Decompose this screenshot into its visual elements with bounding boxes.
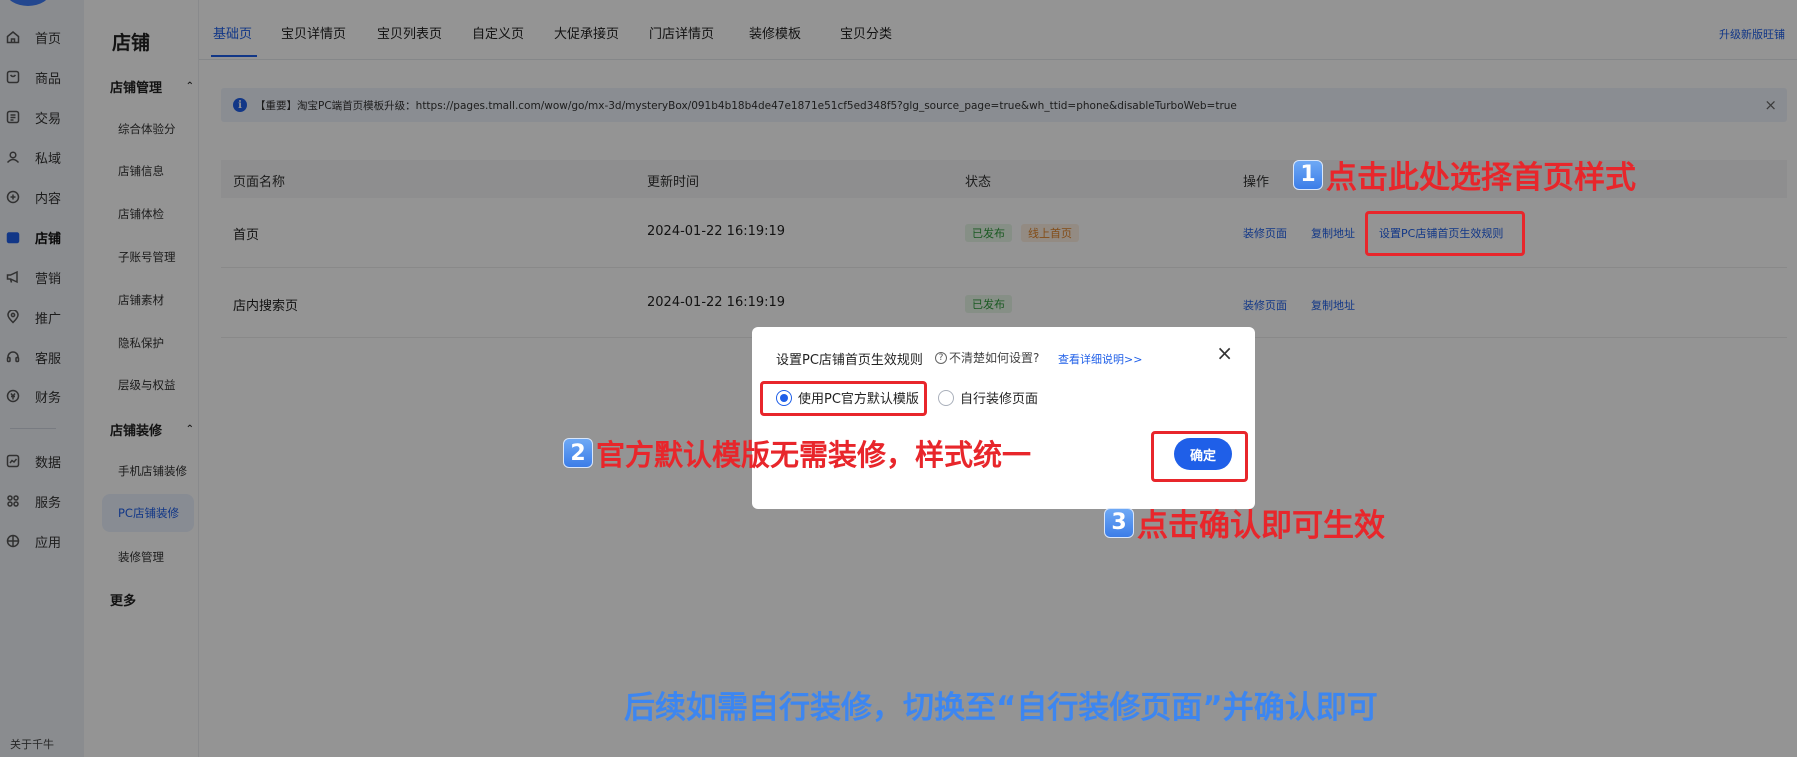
callout-text: 点击确认即可生效 [1137, 508, 1385, 544]
help-text: 不清楚如何设置? [949, 351, 1040, 365]
step-number-badge: 1 [1293, 159, 1323, 190]
callout-text: 官方默认模版无需装修，样式统一 [596, 438, 1032, 472]
dialog-title: 设置PC店铺首页生效规则 [776, 353, 923, 368]
radio-dot[interactable] [938, 389, 954, 406]
close-icon[interactable]: × [1216, 343, 1233, 363]
step-number-badge: 3 [1104, 507, 1134, 538]
view-details-link[interactable]: 查看详细说明>> [1058, 351, 1142, 367]
question-icon: ? [935, 351, 947, 364]
highlight-confirm-button [1151, 431, 1248, 482]
radio-label: 自行装修页面 [960, 392, 1039, 407]
step-number-badge: 2 [563, 438, 593, 468]
callout-step-1: 1 点击此处选择首页样式 [1293, 152, 1636, 197]
highlight-official-template-option [760, 381, 927, 416]
callout-step-3: 3 点击确认即可生效 [1104, 500, 1385, 545]
bottom-instruction-note: 后续如需自行装修，切换至“自行装修页面”并确认即可 [624, 690, 1378, 726]
callout-step-2: 2 官方默认模版无需装修，样式统一 [563, 432, 1031, 474]
callout-text: 点击此处选择首页样式 [1326, 160, 1636, 196]
dialog-help: ? 不清楚如何设置? [935, 349, 1039, 366]
radio-custom-decoration[interactable]: 自行装修页面 [938, 388, 1038, 407]
highlight-set-rule-link [1365, 211, 1525, 256]
